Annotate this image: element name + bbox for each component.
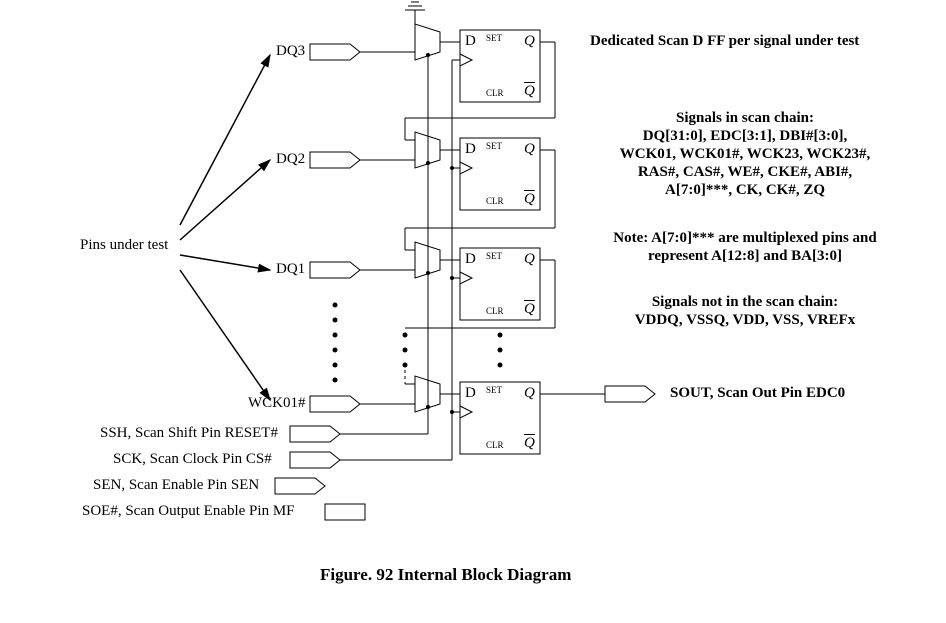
pin-dq2-label: DQ2 bbox=[276, 151, 305, 168]
ff3-set: SET bbox=[486, 251, 502, 261]
ff3-clr: CLR bbox=[486, 306, 504, 316]
ff4-set: SET bbox=[486, 385, 502, 395]
signals-chain-l2: WCK01, WCK01#, WCK23, WCK23#, bbox=[590, 146, 900, 163]
ff4-q: Q bbox=[524, 385, 535, 402]
ff2-q: Q bbox=[524, 141, 535, 158]
pins-under-test-label: Pins under test bbox=[80, 237, 168, 254]
sout-label: SOUT, Scan Out Pin EDC0 bbox=[670, 385, 845, 402]
ssh-label: SSH, Scan Shift Pin RESET# bbox=[100, 425, 278, 442]
not-chain-l1: VDDQ, VSSQ, VDD, VSS, VREFx bbox=[590, 312, 900, 329]
signals-chain-l1: DQ[31:0], EDC[3:1], DBI#[3:0], bbox=[590, 128, 900, 145]
ff1-qbar: Q bbox=[524, 83, 535, 100]
dedicated-ff-text: Dedicated Scan D FF per signal under tes… bbox=[590, 33, 859, 50]
sck-label: SCK, Scan Clock Pin CS# bbox=[113, 451, 272, 468]
ff2-set: SET bbox=[486, 141, 502, 151]
ff2-qbar: Q bbox=[524, 191, 535, 208]
sen-label: SEN, Scan Enable Pin SEN bbox=[93, 477, 259, 494]
ff1-q: Q bbox=[524, 33, 535, 50]
ff1-d: D bbox=[465, 33, 476, 50]
signals-chain-l4: A[7:0]***, CK, CK#, ZQ bbox=[590, 182, 900, 199]
ff3-qbar: Q bbox=[524, 301, 535, 318]
pin-dq3-label: DQ3 bbox=[276, 43, 305, 60]
ff2-clr: CLR bbox=[486, 196, 504, 206]
signals-chain-l3: RAS#, CAS#, WE#, CKE#, ABI#, bbox=[590, 164, 900, 181]
ff2-d: D bbox=[465, 141, 476, 158]
soe-label: SOE#, Scan Output Enable Pin MF bbox=[82, 503, 295, 520]
ff4-qbar: Q bbox=[524, 435, 535, 452]
pin-dq1-label: DQ1 bbox=[276, 261, 305, 278]
pin-wck01-label: WCK01# bbox=[248, 395, 306, 412]
ff3-d: D bbox=[465, 251, 476, 268]
signals-chain-title: Signals in scan chain: bbox=[590, 110, 900, 127]
ff4-d: D bbox=[465, 385, 476, 402]
ff1-set: SET bbox=[486, 33, 502, 43]
figure-caption: Figure. 92 Internal Block Diagram bbox=[320, 565, 571, 585]
note-l1: Note: A[7:0]*** are multiplexed pins and bbox=[590, 230, 900, 247]
not-chain-title: Signals not in the scan chain: bbox=[590, 294, 900, 311]
ff4-clr: CLR bbox=[486, 440, 504, 450]
ff1-clr: CLR bbox=[486, 88, 504, 98]
note-l2: represent A[12:8] and BA[3:0] bbox=[590, 248, 900, 265]
ff3-q: Q bbox=[524, 251, 535, 268]
